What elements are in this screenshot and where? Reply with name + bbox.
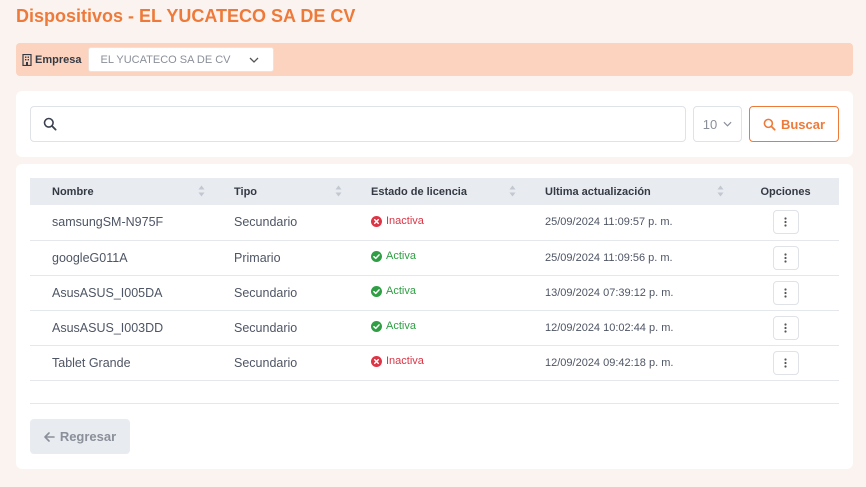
- arrow-left-icon: [44, 431, 55, 442]
- license-status: Activa: [350, 310, 524, 345]
- last-updated: 12/09/2024 10:02:44 p. m.: [545, 321, 674, 334]
- sort-icon: [717, 185, 724, 197]
- search-icon: [43, 117, 57, 131]
- devices-table: Nombre Tipo Estado de licencia Ultima ac…: [30, 178, 839, 381]
- license-status: Inactiva: [350, 205, 524, 240]
- devices-table-body: samsungSM-N975F Secundario Inactiva 25/09/2…: [30, 205, 839, 380]
- device-name: googleG011A: [52, 250, 128, 265]
- device-type: Secundario: [234, 285, 298, 300]
- company-filter-bar: Empresa EL YUCATECO SA DE CV: [16, 43, 853, 76]
- options-button[interactable]: [772, 350, 799, 375]
- table-footer-divider: [30, 403, 839, 404]
- options-cell: [732, 310, 839, 345]
- table-header-row: Nombre Tipo Estado de licencia Ultima ac…: [30, 178, 839, 205]
- sort-icon: [198, 185, 205, 197]
- options-button[interactable]: [772, 245, 799, 270]
- options-cell: [732, 345, 839, 380]
- table-row: AsusASUS_I003DD Secundario Activa 12/09/202…: [30, 310, 839, 345]
- back-button[interactable]: Regresar: [30, 419, 130, 454]
- check-circle-icon: [371, 320, 382, 332]
- column-header-actualizacion[interactable]: Ultima actualización: [524, 178, 732, 205]
- search-button[interactable]: Buscar: [749, 106, 839, 142]
- devices-card: Nombre Tipo Estado de licencia Ultima ac…: [16, 164, 853, 469]
- company-label-group: Empresa: [22, 53, 82, 66]
- x-circle-icon: [371, 355, 382, 367]
- sort-icon: [335, 185, 342, 197]
- status-label: Inactiva: [386, 215, 424, 227]
- page-size-select[interactable]: 10: [693, 106, 742, 142]
- back-button-label: Regresar: [59, 429, 117, 444]
- table-row: samsungSM-N975F Secundario Inactiva 25/09/2…: [30, 205, 839, 240]
- kebab-menu-icon: [784, 287, 787, 298]
- status-badge: Inactiva: [371, 355, 424, 367]
- search-icon: [763, 118, 776, 131]
- status-label: Activa: [386, 285, 416, 298]
- status-label: Activa: [386, 320, 416, 333]
- device-type: Secundario: [234, 320, 298, 335]
- last-updated: 12/09/2024 09:42:18 p. m.: [545, 356, 674, 369]
- kebab-menu-icon: [784, 322, 787, 333]
- building-icon: [22, 53, 32, 66]
- table-row: AsusASUS_I005DA Secundario Activa 13/09/202…: [30, 275, 839, 310]
- page-title: Dispositivos - EL YUCATECO SA DE CV: [16, 6, 356, 26]
- license-status: Activa: [350, 275, 524, 310]
- column-header-tipo[interactable]: Tipo: [213, 178, 350, 205]
- search-input[interactable]: [65, 107, 685, 141]
- company-label: Empresa: [35, 53, 82, 66]
- device-type: Secundario: [234, 215, 298, 230]
- status-badge: Inactiva: [371, 215, 424, 227]
- last-updated: 25/09/2024 11:09:57 p. m.: [545, 216, 673, 229]
- kebab-menu-icon: [784, 252, 787, 263]
- kebab-menu-icon: [784, 217, 787, 227]
- device-name: AsusASUS_I005DA: [52, 285, 163, 300]
- device-type: Primario: [234, 250, 281, 265]
- status-label: Inactiva: [386, 355, 424, 368]
- license-status: Inactiva: [350, 345, 524, 380]
- column-header-nombre[interactable]: Nombre: [30, 178, 213, 205]
- x-circle-icon: [371, 215, 382, 227]
- options-cell: [732, 240, 839, 275]
- search-button-label: Buscar: [780, 116, 826, 132]
- search-box[interactable]: [30, 106, 686, 142]
- sort-icon: [509, 185, 516, 197]
- company-select-value: EL YUCATECO SA DE CV: [100, 53, 231, 66]
- check-circle-icon: [371, 250, 382, 262]
- last-updated: 13/09/2024 07:39:12 p. m.: [545, 286, 674, 299]
- device-name: Tablet Grande: [52, 355, 131, 370]
- chevron-down-icon: [250, 57, 259, 63]
- options-button[interactable]: [772, 210, 799, 235]
- options-cell: [732, 275, 839, 310]
- chevron-down-icon: [723, 121, 732, 127]
- status-label: Activa: [386, 250, 416, 263]
- kebab-menu-icon: [784, 357, 787, 368]
- last-updated: 25/09/2024 11:09:56 p. m.: [545, 251, 673, 264]
- table-row: Tablet Grande Secundario Inactiva 12/09/202…: [30, 345, 839, 380]
- column-header-opciones: Opciones: [760, 185, 811, 198]
- search-card: 10 Buscar: [16, 91, 853, 157]
- status-badge: Activa: [371, 285, 416, 297]
- status-badge: Activa: [371, 250, 416, 262]
- status-badge: Activa: [371, 320, 416, 332]
- license-status: Activa: [350, 240, 524, 275]
- company-select[interactable]: EL YUCATECO SA DE CV: [88, 47, 275, 72]
- device-name: samsungSM-N975F: [52, 215, 164, 230]
- options-cell: [732, 205, 839, 240]
- page-size-value: 10: [702, 116, 718, 132]
- options-button[interactable]: [772, 280, 799, 305]
- device-name: AsusASUS_I003DD: [52, 320, 164, 335]
- options-button[interactable]: [772, 315, 799, 340]
- check-circle-icon: [371, 285, 382, 297]
- column-header-estado[interactable]: Estado de licencia: [350, 178, 524, 205]
- device-type: Secundario: [234, 355, 298, 370]
- table-row: googleG011A Primario Activa 25/09/2024 11:0…: [30, 240, 839, 275]
